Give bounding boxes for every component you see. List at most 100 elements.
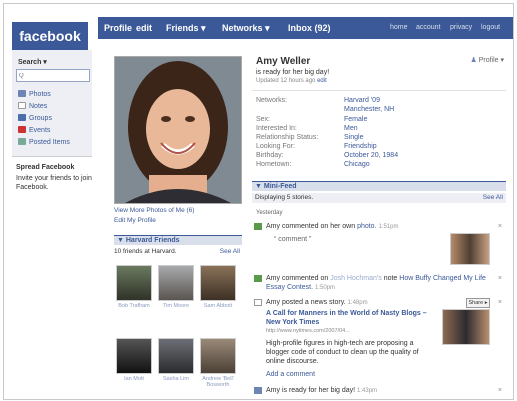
feed-see-all-link[interactable]: See All [483, 193, 503, 203]
profile-name: Amy Weller [256, 56, 311, 67]
profile-main: Amy Weller is ready for her big day! Upd… [248, 50, 510, 394]
search-label[interactable]: Search ▾ [18, 58, 47, 66]
friend-name: Tim Moore [162, 303, 190, 309]
info-label: Birthday: [256, 152, 284, 159]
facebook-logo[interactable]: facebook [12, 22, 88, 50]
user-link[interactable]: Josh Hochman's [330, 275, 382, 282]
friend-photo [200, 338, 236, 374]
info-value[interactable]: Harvard '09 [344, 96, 380, 105]
friends-count-row: 10 friends at Harvard. See All [114, 247, 242, 257]
sidebar-item-events[interactable]: Events [18, 126, 50, 134]
info-label: Networks: [256, 97, 288, 104]
info-label: Sex: [256, 116, 271, 123]
info-value[interactable]: Manchester, NH [344, 105, 394, 114]
sidebar-item-notes[interactable]: Notes [18, 102, 47, 110]
sidebar-item-label: Notes [29, 103, 48, 110]
comment-preview: “ comment ” [274, 236, 312, 243]
feed-text: Amy commented on [266, 275, 329, 282]
feed-time: 1:43pm [357, 388, 378, 394]
profile-status: is ready for her big day! [256, 69, 330, 76]
feed-time: 1:50pm [315, 285, 336, 291]
user-icon: ♟ [470, 57, 477, 64]
sidebar-item-posted-items[interactable]: Posted Items [18, 138, 70, 146]
info-row: Relationship Status: Single [256, 133, 506, 142]
feed-text: Amy commented on her own [266, 223, 356, 230]
share-button[interactable]: Share ▸ [466, 298, 490, 308]
spread-facebook-text[interactable]: Invite your friends to join Facebook. [16, 174, 94, 192]
info-row: Birthday: October 20, 1984 [256, 151, 506, 160]
close-icon[interactable]: × [498, 298, 502, 307]
friend-name: Sasha Lim [163, 376, 189, 382]
comment-icon [254, 275, 262, 282]
info-row: Sex: Female [256, 115, 506, 124]
sidebar-item-label: Posted Items [29, 139, 70, 146]
feed-item: Amy commented on Josh Hochman's note How… [252, 274, 506, 294]
nav-edit[interactable]: edit [136, 17, 152, 39]
profile-photo[interactable] [114, 56, 242, 204]
status-edit-link[interactable]: edit [317, 78, 327, 84]
friend-tile[interactable]: Sam Abbott [200, 265, 236, 313]
news-story-icon [254, 299, 262, 306]
profile-left-column: View More Photos of Me (6) Edit My Profi… [110, 50, 244, 390]
info-value[interactable]: Female [344, 115, 367, 124]
info-value[interactable]: Single [344, 133, 363, 142]
status-updated: Updated 12 hours ago edit [256, 78, 327, 84]
friend-tile[interactable]: Ian Mott [116, 338, 152, 386]
story-body: High-profile figures in high-tech are pr… [266, 340, 419, 365]
story-title-link[interactable]: A Call for Manners in the World of Nasty… [266, 309, 436, 327]
info-label: Looking For: [256, 143, 295, 150]
sidebar-item-label: Events [29, 127, 51, 134]
nav-account[interactable]: account [416, 17, 441, 39]
info-value[interactable]: Friendship [344, 142, 377, 151]
friend-tile[interactable]: Tim Moore [158, 265, 194, 313]
nav-privacy[interactable]: privacy [450, 17, 472, 39]
info-label: Hometown: [256, 161, 292, 168]
updated-time: Updated 12 hours ago [256, 78, 316, 84]
nav-home[interactable]: home [390, 17, 408, 39]
feed-item: Amy commented on her own photo. 1:51pm “… [252, 222, 506, 270]
mini-feed-subheader: Displaying 5 stories. See All [252, 193, 506, 203]
friend-tile[interactable]: Bob Trafham [116, 265, 152, 313]
add-comment-link[interactable]: Add a comment [266, 370, 436, 379]
nav-friends[interactable]: Friends ▾ [166, 17, 206, 39]
profile-menu-button[interactable]: ♟ Profile ▾ [470, 56, 504, 64]
info-value[interactable]: Men [344, 124, 358, 133]
friend-name: Bob Trafham [118, 303, 150, 309]
feed-photo-thumbnail[interactable] [450, 233, 490, 265]
close-icon[interactable]: × [498, 222, 502, 231]
sidebar-item-photos[interactable]: Photos [18, 90, 51, 98]
friend-tile[interactable]: Sasha Lim [158, 338, 194, 386]
feed-count: Displaying 5 stories. [255, 194, 314, 201]
info-value[interactable]: October 20, 1984 [344, 151, 398, 160]
sidebar-box: Search ▾ Photos Notes Groups Events Post… [12, 50, 92, 157]
harvard-friends-header[interactable]: ▼ Harvard Friends [114, 235, 242, 245]
story-thumbnail[interactable] [442, 309, 490, 345]
info-row: Looking For: Friendship [256, 142, 506, 151]
close-icon[interactable]: × [498, 386, 502, 395]
nav-profile[interactable]: Profile [104, 17, 132, 39]
close-icon[interactable]: × [498, 274, 502, 283]
info-value[interactable]: Chicago [344, 160, 370, 169]
info-row: Hometown: Chicago [256, 160, 506, 169]
feed-time: 1:48pm [347, 300, 368, 306]
search-input[interactable] [16, 69, 90, 82]
feed-item-text: Amy commented on her own photo. 1:51pm “… [266, 222, 436, 244]
friends-count: 10 friends at Harvard. [114, 248, 177, 255]
sidebar-item-label: Photos [29, 91, 51, 98]
nav-networks[interactable]: Networks ▾ [222, 17, 270, 39]
friends-see-all-link[interactable]: See All [220, 247, 240, 257]
info-label: Interested In: [256, 125, 297, 132]
view-more-photos-link[interactable]: View More Photos of Me (6) [114, 207, 194, 214]
nav-inbox[interactable]: Inbox (92) [288, 17, 331, 39]
info-row: Networks: Harvard '09 [256, 96, 506, 105]
notes-icon [18, 102, 26, 109]
nav-bar: Profile edit Friends ▾ Networks ▾ Inbox … [98, 17, 513, 39]
edit-profile-link[interactable]: Edit My Profile [114, 217, 156, 224]
photo-link[interactable]: photo. [357, 223, 376, 230]
sidebar-item-groups[interactable]: Groups [18, 114, 52, 122]
info-row: Manchester, NH [256, 105, 506, 114]
mini-feed-header[interactable]: ▼ Mini-Feed [252, 181, 506, 191]
nav-logout[interactable]: logout [481, 17, 500, 39]
friend-tile[interactable]: Andrew 'Bell' Bosworth [200, 338, 236, 388]
info-row: Interested In: Men [256, 124, 506, 133]
